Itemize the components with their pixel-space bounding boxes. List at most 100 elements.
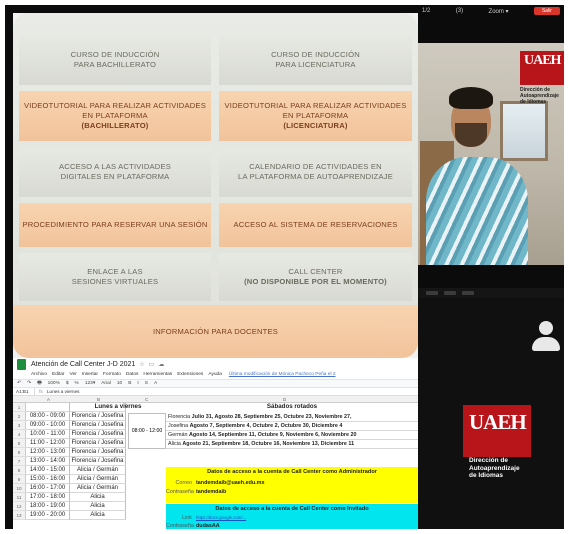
menu-tile-label: Procedimiento para reservar una sesión (22, 220, 208, 229)
admin-email-value[interactable]: tandemdaib@uaeh.edu.mx (196, 480, 264, 486)
guest-password-row: Contraseña dudasAA (166, 523, 220, 529)
sheet-menu-item[interactable]: Ver (70, 372, 77, 377)
menu-tile[interactable]: Curso de inducción para Licenciatura (219, 35, 412, 85)
saturday-row[interactable]: Germán Agosto 14, Septiembre 11, Octubre… (166, 431, 418, 440)
sheet-menu-item[interactable]: Editar (52, 372, 65, 377)
last-edit-link[interactable]: Última modificación de Mónica Pacheco Pe… (229, 372, 336, 377)
time-cell[interactable]: 14:00 - 15:00 (26, 466, 70, 475)
time-cell[interactable]: 09:00 - 10:00 (26, 421, 70, 430)
time-cell[interactable]: 13:00 - 14:00 (26, 457, 70, 466)
toolbar-button[interactable]: 🖶 (37, 380, 42, 388)
menu-tile[interactable]: Videotutorial para realizar actividades … (19, 91, 211, 141)
mic-icon[interactable] (426, 291, 438, 295)
guest-link-value[interactable]: https://docs.google.com/... (196, 515, 246, 521)
row-number[interactable]: 4 (13, 430, 26, 439)
toolbar-button[interactable]: I (137, 381, 138, 386)
saturday-row[interactable]: Alicia Agosto 21, Septiembre 18, Octubre… (166, 440, 418, 449)
sheet-menu-item[interactable]: Extensiones (177, 372, 203, 377)
staff-cell[interactable]: Alicia (70, 493, 126, 502)
staff-cell[interactable]: Alicia / Germán (70, 466, 126, 475)
row-number[interactable]: 7 (13, 457, 26, 466)
staff-cell[interactable]: Alicia (70, 511, 126, 520)
folder-icon[interactable]: ▭ (149, 361, 155, 368)
staff-cell[interactable]: Alicia / Germán (70, 475, 126, 484)
zoom-menu[interactable]: Zoom ▾ (489, 8, 509, 15)
staff-cell[interactable]: Florencia / Josefina (70, 412, 126, 421)
more-icon[interactable] (462, 291, 474, 295)
time-cell[interactable]: 18:00 - 19:00 (26, 502, 70, 511)
toolbar-button[interactable]: A (154, 381, 157, 386)
time-cell[interactable]: 11:00 - 12:00 (26, 439, 70, 448)
column-letter[interactable]: B (97, 397, 100, 402)
staff-cell[interactable]: Florencia / Josefina (70, 430, 126, 439)
toolbar-button[interactable]: ↶ (17, 381, 21, 386)
row-number[interactable]: 6 (13, 448, 26, 457)
sheet-menu-item[interactable]: Insertar (82, 372, 98, 377)
sheet-menu-item[interactable]: Herramientas (143, 372, 172, 377)
staff-cell[interactable]: Alicia (70, 502, 126, 511)
guest-password-value[interactable]: dudasAA (196, 523, 220, 529)
admin-password-value[interactable]: tandemdaib (196, 489, 226, 495)
saturday-row[interactable]: Josefina Agosto 7, Septiembre 4, Octubre… (166, 422, 418, 431)
row-number[interactable]: 1 (13, 403, 26, 412)
toolbar-button[interactable]: 123▾ (85, 381, 95, 386)
saturday-row[interactable]: Florencia Julio 31, Agosto 28, Septiembr… (166, 413, 418, 422)
sheet-menu-item[interactable]: Datos (126, 372, 139, 377)
row-number[interactable]: 12 (13, 502, 26, 511)
staff-cell[interactable]: Florencia / Josefina (70, 421, 126, 430)
menu-tile[interactable]: Call Center (NO DISPONIBLE POR EL MOMENTO… (219, 253, 412, 301)
menu-tile[interactable]: Enlace a las Sesiones Virtuales (19, 253, 211, 301)
toolbar-button[interactable]: 10 (117, 381, 122, 386)
star-icon[interactable]: ☆ (139, 361, 144, 368)
menu-tile[interactable]: Curso de inducción para Bachillerato (19, 35, 211, 85)
row-number[interactable]: 5 (13, 439, 26, 448)
row-number[interactable]: 11 (13, 493, 26, 502)
camera-video-tile[interactable]: UAEH Dirección de Autoaprendizaje de Idi… (418, 43, 564, 265)
time-cell[interactable] (26, 403, 70, 412)
toolbar-button[interactable]: ↷ (27, 381, 31, 386)
video-icon[interactable] (444, 291, 456, 295)
sheet-menu-item[interactable]: Formato (103, 372, 121, 377)
time-cell[interactable]: 17:00 - 18:00 (26, 493, 70, 502)
sheet-menu-item[interactable]: Ayuda (208, 372, 222, 377)
menu-tile-label: Acceso al Sistema de Reservaciones (233, 220, 398, 229)
staff-cell[interactable]: Florencia / Josefina (70, 439, 126, 448)
toolbar-button[interactable]: Arial (101, 381, 111, 386)
time-cell[interactable]: 08:00 - 09:00 (26, 412, 70, 421)
formula-input[interactable]: Lunes a viernes (47, 389, 79, 394)
video-controls (418, 288, 564, 298)
time-cell[interactable]: 15:00 - 16:00 (26, 475, 70, 484)
row-number[interactable]: 10 (13, 484, 26, 493)
time-cell[interactable]: 16:00 - 17:00 (26, 484, 70, 493)
column-letter[interactable]: C (145, 397, 148, 402)
toolbar-button[interactable]: 100% (48, 381, 60, 386)
row-number[interactable]: 9 (13, 475, 26, 484)
menu-tile[interactable]: Procedimiento para reservar una sesión (19, 203, 211, 247)
column-letter[interactable]: A (47, 397, 50, 402)
staff-cell[interactable]: Florencia / Josefina (70, 448, 126, 457)
row-number[interactable]: 2 (13, 412, 26, 421)
time-cell[interactable]: 10:00 - 11:00 (26, 430, 70, 439)
menu-tile[interactable]: Acceso al Sistema de Reservaciones (219, 203, 412, 247)
menu-tile[interactable]: Acceso a las actividades digitales en pla… (19, 147, 211, 197)
menu-tile[interactable]: Información para docentes (13, 305, 418, 358)
toolbar-button[interactable]: B (128, 381, 131, 386)
leave-button[interactable]: Salir (533, 7, 560, 15)
staff-cell[interactable]: Alicia / Germán (70, 484, 126, 493)
cell-reference[interactable]: A1:B1 (13, 388, 35, 395)
row-number[interactable]: 8 (13, 466, 26, 475)
menu-tile[interactable]: Calendario de actividades en la plataform… (219, 147, 412, 197)
time-cell[interactable]: 19:00 - 20:00 (26, 511, 70, 520)
toolbar-button[interactable]: S (145, 381, 148, 386)
row-number[interactable]: 13 (13, 511, 26, 520)
staff-cell[interactable]: Florencia / Josefina (70, 457, 126, 466)
participant-hair (449, 87, 493, 109)
menu-tile[interactable]: Videotutorial para realizar actividades … (219, 91, 412, 141)
toolbar-button[interactable]: % (75, 381, 79, 386)
column-letter[interactable]: D (283, 397, 286, 402)
time-cell[interactable]: 12:00 - 13:00 (26, 448, 70, 457)
row-number[interactable]: 3 (13, 421, 26, 430)
table-row: 13 19:00 - 20:00 Alicia (13, 511, 173, 520)
toolbar-button[interactable]: $ (66, 381, 69, 386)
sheet-menu-item[interactable]: Archivo (31, 372, 47, 377)
